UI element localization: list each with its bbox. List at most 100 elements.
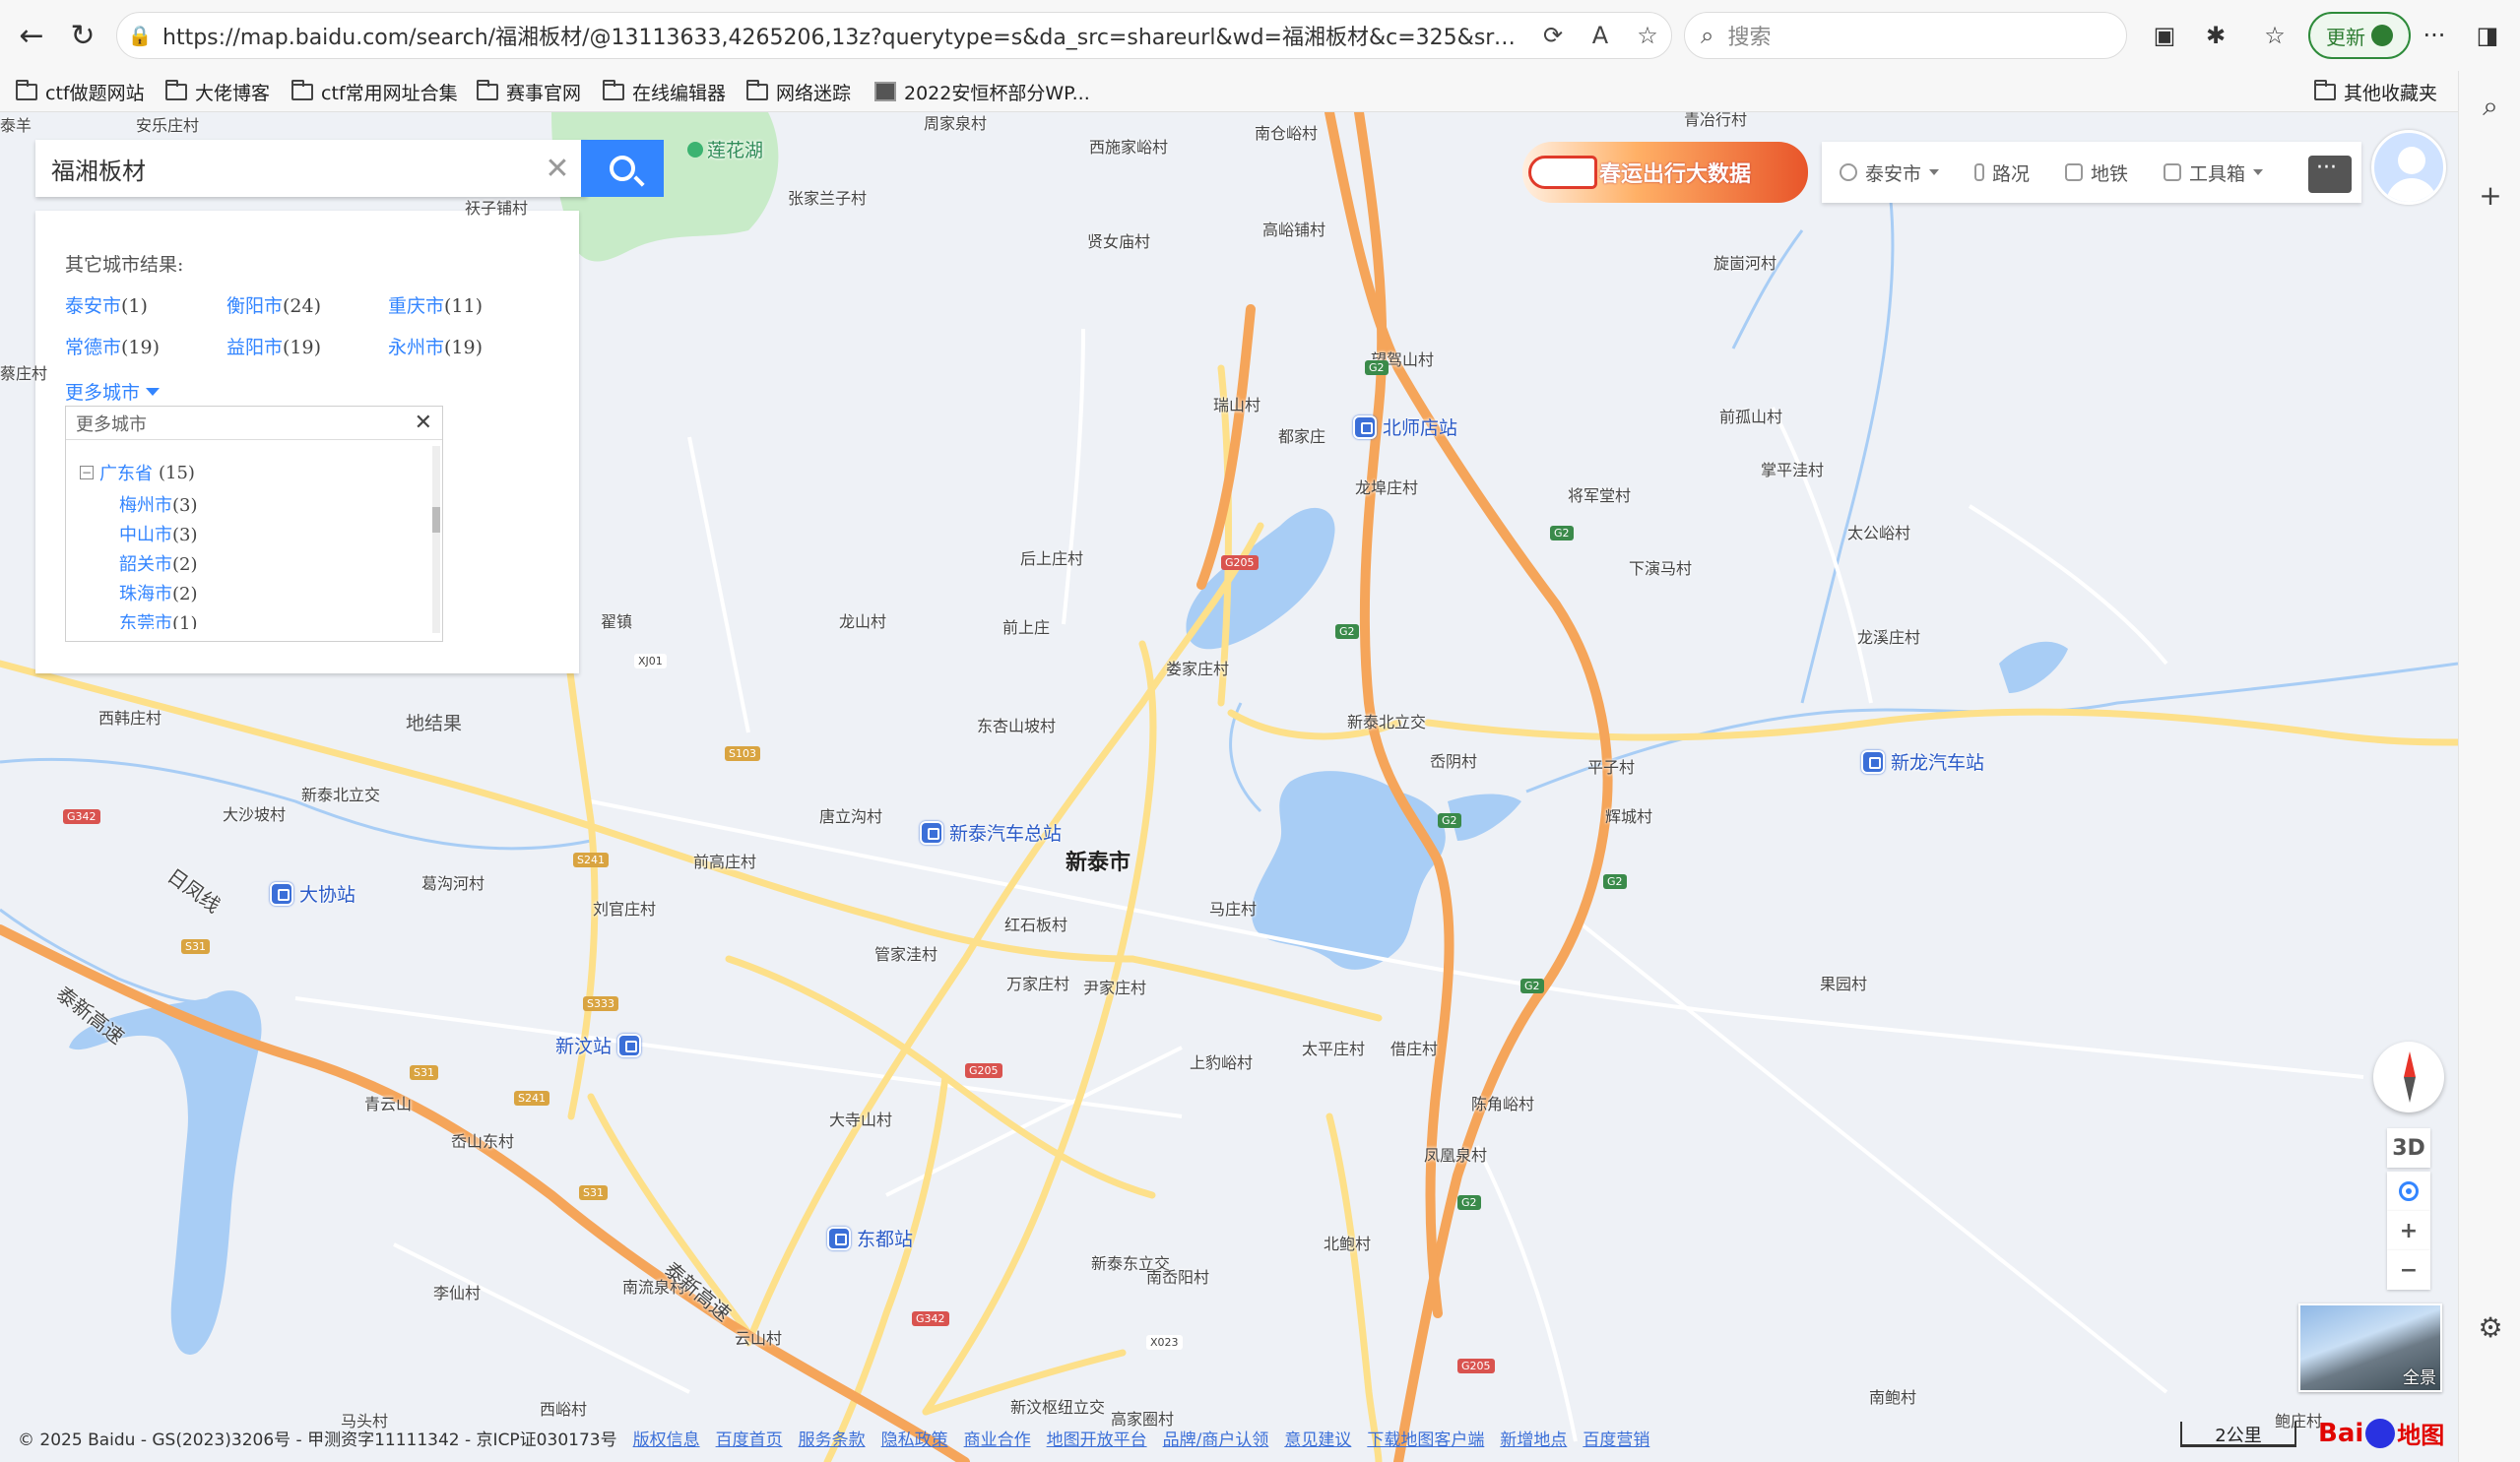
sub-city-link[interactable]: 东莞市(1) [119,609,198,629]
footer-link[interactable]: 新增地点 [1500,1426,1567,1450]
village-label[interactable]: 张家兰子村 [788,185,867,209]
bookmark-link[interactable]: 2022安恒杯部分WP... [874,75,1090,108]
village-label[interactable]: 大寺山村 [829,1107,892,1130]
lock-icon[interactable]: 🔒 [117,24,162,47]
zoom-in-button[interactable]: + [2387,1211,2430,1250]
village-label[interactable]: 新汶枢纽立交 [1010,1394,1105,1418]
village-label[interactable]: 安乐庄村 [136,112,199,136]
village-label[interactable]: 上豹峪村 [1190,1049,1253,1073]
dropdown-scrollbar[interactable] [432,446,440,633]
locate-button[interactable] [2387,1172,2430,1211]
update-button[interactable]: 更新 [2308,12,2411,59]
footer-link[interactable]: 品牌/商户认领 [1163,1426,1269,1450]
village-label[interactable]: 青云山 [364,1091,412,1114]
village-label[interactable]: 岙阴村 [1430,748,1477,772]
zoom-out-button[interactable]: − [2387,1250,2430,1290]
province-item[interactable]: − 广东省 (15) [80,460,195,485]
bookmark-folder[interactable]: 网络迷踪 [746,75,851,108]
village-label[interactable]: 岙山东村 [451,1128,514,1152]
3d-toggle-button[interactable]: 3D [2387,1128,2430,1168]
village-label[interactable]: 龙埠庄村 [1355,475,1418,498]
city-switcher[interactable]: 泰安市 [1822,142,1957,203]
spring-travel-banner[interactable]: 春运出行大数据 [1522,142,1808,203]
village-label[interactable]: 南仓峪村 [1255,120,1318,144]
village-label[interactable]: 唐立沟村 [819,803,882,827]
village-label[interactable]: 泰羊 [0,112,32,136]
village-label[interactable]: 葛沟河村 [421,870,485,894]
map-search-box[interactable]: 福湘板材 ✕ [35,140,587,197]
more-icon[interactable]: ··· [2413,14,2456,57]
search-icon[interactable]: ⌕ [2469,85,2512,128]
sub-city-link[interactable]: 珠海市(2) [119,580,198,605]
city-result-link[interactable]: 益阳市(19) [226,333,321,359]
bookmark-folder[interactable]: ctf常用网址合集 [291,75,458,108]
city-result-link[interactable]: 泰安市(1) [65,291,148,318]
browser-search-box[interactable]: ⌕ 搜索 [1684,12,2127,59]
footer-link[interactable]: 百度营销 [1583,1426,1649,1450]
bus-station-marker[interactable]: 东都站 [827,1225,913,1251]
village-label[interactable]: 借庄村 [1390,1036,1438,1059]
village-label[interactable]: 高峪铺村 [1262,217,1325,240]
village-label[interactable]: 前孤山村 [1719,404,1782,427]
map-search-input[interactable]: 福湘板材 [35,152,528,186]
village-label[interactable]: 凤凰泉村 [1424,1142,1487,1166]
village-label[interactable]: 南鲍村 [1869,1384,1916,1408]
village-label[interactable]: 平子村 [1587,754,1635,778]
back-icon[interactable]: ← [10,14,53,57]
village-label[interactable]: 李仙村 [433,1280,481,1303]
media-icon[interactable]: ▣ [2143,14,2186,57]
footer-link[interactable]: 版权信息 [633,1426,700,1450]
traffic-button[interactable]: 路况 [1957,142,2047,203]
scrollbar-thumb[interactable] [432,507,440,533]
footer-link[interactable]: 隐私政策 [881,1426,948,1450]
village-label[interactable]: 南岙阳村 [1146,1264,1209,1288]
village-label[interactable]: 贤女庙村 [1087,228,1150,252]
sub-city-link[interactable]: 中山市(3) [119,521,198,546]
bus-station-marker[interactable]: 大协站 [270,880,355,907]
footer-link[interactable]: 百度首页 [716,1426,783,1450]
village-label[interactable]: 尹家庄村 [1083,975,1146,998]
village-label[interactable]: 掌平洼村 [1761,457,1824,480]
clear-icon[interactable]: ✕ [528,152,587,186]
collections-icon[interactable]: ☆ [2253,14,2296,57]
village-label[interactable]: 辉城村 [1605,803,1652,827]
village-label[interactable]: 青冶行村 [1684,112,1747,130]
map-canvas[interactable]: 福湘板材 ✕ 其它城市结果: 泰安市(1) 衡阳市(24) 重庆市(11) 常德… [0,112,2458,1462]
bus-station-marker[interactable]: 新汶站 [555,1032,642,1058]
village-label[interactable]: 都家庄 [1278,423,1325,447]
village-label[interactable]: 东杏山坡村 [977,713,1056,736]
bookmark-folder-other[interactable]: 其他收藏夹 [2314,75,2437,108]
village-label[interactable]: 管家洼村 [874,941,937,965]
compass-control[interactable] [2373,1042,2444,1112]
city-label[interactable]: 新泰市 [1066,845,1131,876]
village-label[interactable]: 将军堂村 [1568,482,1631,506]
avatar[interactable] [2371,130,2446,205]
address-bar[interactable]: 🔒 https://map.baidu.com/search/福湘板材/@131… [116,12,1672,59]
add-icon[interactable]: + [2469,173,2512,217]
village-label[interactable]: 马庄村 [1209,896,1257,920]
village-label[interactable]: 云山村 [735,1325,782,1349]
refresh-icon[interactable]: ↻ [61,14,104,57]
footer-link[interactable]: 服务条款 [799,1426,866,1450]
village-label[interactable]: 太公峪村 [1847,520,1910,543]
read-aloud-icon[interactable]: A [1577,22,1624,49]
toolbox-button[interactable]: 工具箱 [2146,142,2281,203]
city-result-link[interactable]: 衡阳市(24) [226,291,321,318]
village-label[interactable]: 祆子铺村 [465,195,528,219]
village-label[interactable]: 陈角峪村 [1471,1091,1534,1114]
bookmark-folder[interactable]: ctf做题网站 [16,75,145,108]
map-search-button[interactable] [581,140,664,197]
village-label[interactable]: 前上庄 [1002,614,1050,638]
collapse-icon[interactable]: − [80,466,94,479]
village-label[interactable]: 西施家峪村 [1089,134,1168,158]
url-text[interactable]: https://map.baidu.com/search/福湘板材/@13113… [162,20,1529,51]
village-label[interactable]: 新泰北立交 [301,782,380,805]
bookmark-folder[interactable]: 大佬博客 [165,75,270,108]
close-icon[interactable]: ✕ [415,411,432,435]
settings-icon[interactable]: ⚙ [2469,1305,2512,1349]
village-label[interactable]: 前高庄村 [693,849,756,872]
sidebar-toggle-icon[interactable]: ◨ [2466,14,2509,57]
village-label[interactable]: 旋崮河村 [1713,250,1777,274]
favorite-icon[interactable]: ☆ [1624,22,1671,49]
bookmark-folder[interactable]: 在线编辑器 [603,75,726,108]
